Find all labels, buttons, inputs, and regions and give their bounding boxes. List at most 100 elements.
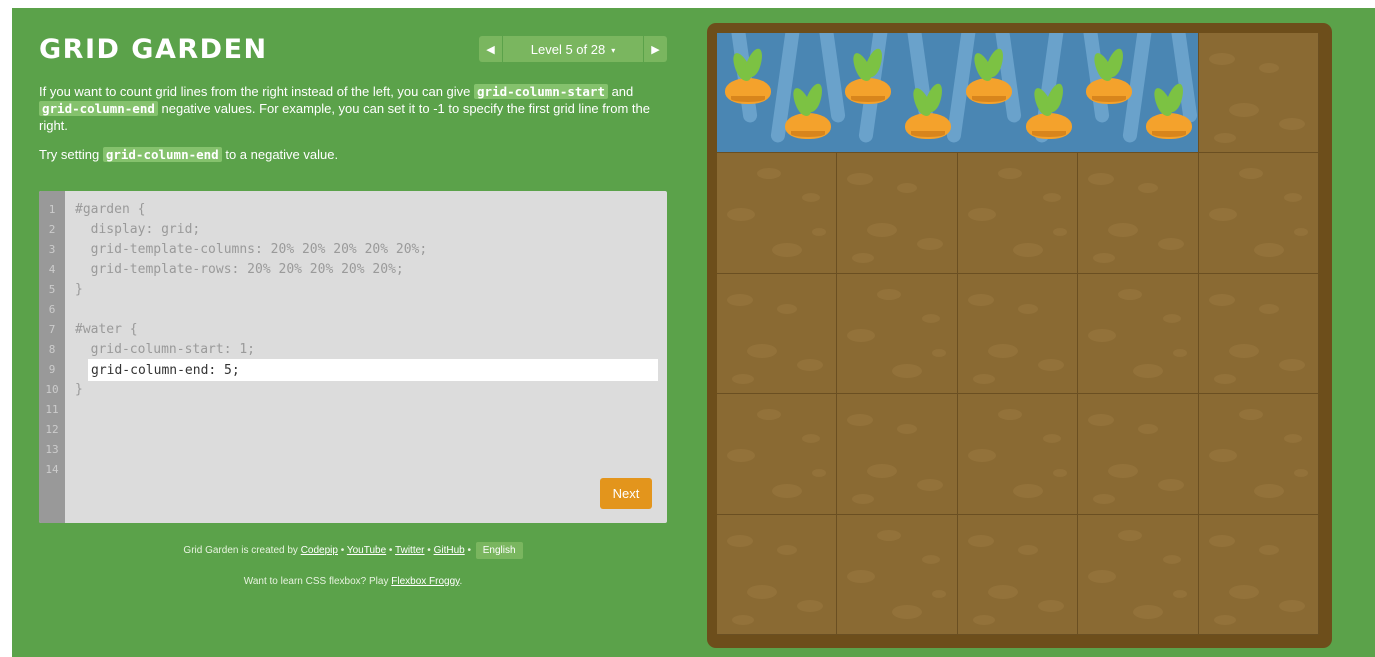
code-snippet: grid-column-start	[474, 84, 608, 99]
soil-texture	[877, 288, 902, 300]
soil-texture	[1088, 569, 1117, 583]
soil-texture	[777, 303, 797, 314]
carrot-icon	[1146, 113, 1193, 139]
soil-texture	[727, 449, 755, 463]
carrot-icon	[845, 78, 892, 104]
garden-grid	[717, 33, 1319, 635]
water-area	[717, 33, 1199, 154]
soil-texture	[972, 614, 995, 625]
soil-texture	[802, 193, 820, 203]
soil-texture	[1173, 589, 1188, 598]
separator: •	[386, 545, 396, 556]
line-number: 12	[45, 423, 59, 436]
soil-texture	[932, 348, 947, 357]
soil-texture	[847, 569, 876, 583]
soil-texture	[1208, 53, 1235, 65]
youtube-link[interactable]: YouTube	[347, 545, 386, 556]
soil-plot	[1078, 153, 1199, 274]
separator: •	[337, 545, 347, 556]
soil-texture	[1118, 529, 1143, 541]
instruction-text: If you want to count grid lines from the…	[39, 84, 475, 99]
instruction-paragraph: If you want to count grid lines from the…	[39, 83, 669, 134]
carrot-icon	[965, 78, 1012, 104]
caret-down-icon: ▾	[611, 45, 616, 55]
soil-texture	[987, 584, 1018, 599]
soil-texture	[1163, 313, 1182, 323]
soil-texture	[1208, 293, 1235, 306]
github-link[interactable]: GitHub	[434, 545, 465, 556]
instruction-text: to a negative value.	[221, 147, 339, 162]
soil-plot	[717, 394, 838, 515]
code-snippet: grid-column-end	[102, 147, 222, 162]
soil-texture	[917, 238, 944, 251]
soil-texture	[747, 584, 777, 599]
soil-texture	[967, 293, 994, 306]
soil-texture	[727, 293, 753, 306]
carrot-leaf-icon	[802, 81, 826, 115]
soil-texture	[1278, 118, 1305, 130]
soil-texture	[1238, 409, 1263, 421]
previous-level-arrow-icon[interactable]: ◀	[479, 36, 503, 62]
soil-texture	[1052, 469, 1067, 478]
line-number: 14	[45, 463, 59, 476]
soil-texture	[1042, 193, 1061, 203]
soil-texture	[1213, 133, 1236, 143]
soil-texture	[1208, 534, 1235, 547]
soil-texture	[1158, 479, 1185, 492]
soil-texture	[1017, 303, 1038, 314]
soil-texture	[922, 313, 941, 323]
soil-plot	[837, 514, 958, 635]
separator: •	[424, 545, 434, 556]
flexbox-promo: Want to learn CSS flexbox? Play Flexbox …	[39, 576, 667, 587]
line-number: 10	[45, 383, 59, 396]
line-number: 9	[48, 363, 56, 376]
soil-texture	[1042, 434, 1061, 444]
soil-plot	[957, 273, 1079, 395]
soil-texture	[1238, 168, 1263, 180]
soil-texture	[847, 414, 874, 427]
level-dropdown[interactable]: Level 5 of 28 ▾	[503, 42, 643, 57]
soil-texture	[892, 604, 923, 619]
instruction-text: and	[607, 84, 634, 99]
soil-texture	[892, 363, 923, 378]
flexbox-froggy-link[interactable]: Flexbox Froggy	[391, 576, 459, 587]
line-number: 3	[48, 243, 56, 256]
credits-text: Grid Garden is created by	[183, 545, 301, 556]
level-navigator: ◀ Level 5 of 28 ▾ ▶	[479, 36, 667, 62]
line-number: 4	[48, 263, 56, 276]
soil-texture	[967, 534, 994, 547]
soil-texture	[852, 494, 875, 505]
soil-texture	[1293, 228, 1308, 237]
language-button[interactable]: English	[475, 542, 523, 559]
code-snippet: grid-column-end	[39, 101, 158, 116]
soil-texture	[1258, 63, 1279, 73]
next-button[interactable]: Next	[600, 478, 652, 509]
soil-texture	[1088, 173, 1115, 186]
code-input[interactable]	[88, 359, 658, 381]
soil-texture	[1088, 414, 1115, 427]
soil-texture	[1012, 484, 1043, 499]
next-level-arrow-icon[interactable]: ▶	[643, 36, 667, 62]
codepip-link[interactable]: Codepip	[301, 545, 338, 556]
soil-texture	[1088, 328, 1117, 342]
soil-texture	[847, 173, 874, 186]
line-number: 11	[45, 403, 59, 416]
soil-texture	[777, 544, 797, 555]
soil-texture	[1138, 183, 1159, 194]
soil-texture	[877, 529, 902, 541]
soil-texture	[852, 253, 875, 264]
twitter-link[interactable]: Twitter	[395, 545, 424, 556]
soil-texture	[1093, 253, 1116, 264]
soil-texture	[1037, 358, 1064, 371]
line-number: 13	[45, 443, 59, 456]
soil-texture	[917, 479, 944, 492]
soil-texture	[1213, 614, 1236, 625]
soil-plot	[717, 514, 838, 635]
soil-texture	[772, 484, 802, 499]
promo-text: Want to learn CSS flexbox? Play	[243, 576, 392, 587]
soil-plot	[1078, 273, 1199, 395]
soil-texture	[797, 358, 823, 371]
soil-plot	[1198, 394, 1319, 515]
soil-texture	[1228, 584, 1259, 599]
soil-plot	[1078, 514, 1199, 635]
